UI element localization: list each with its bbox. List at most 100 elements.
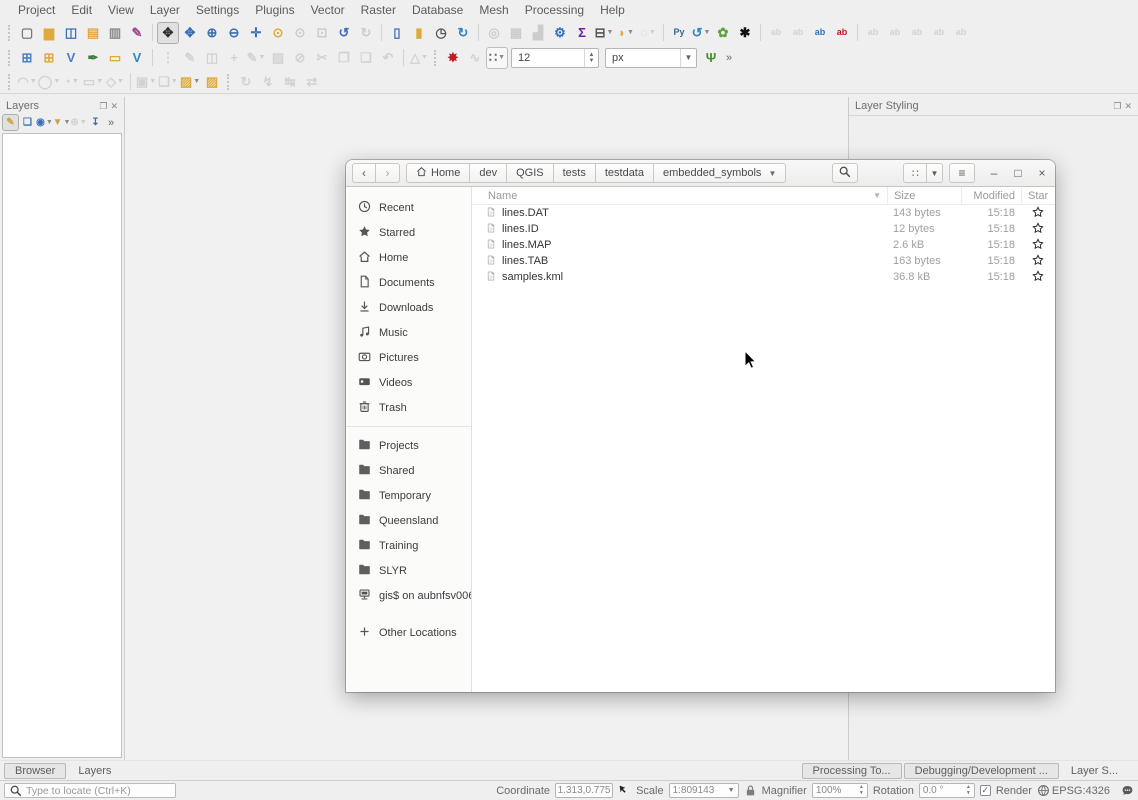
star-toggle-icon[interactable]: [1032, 254, 1044, 269]
menu-view[interactable]: View: [100, 1, 142, 19]
paste-style-icon[interactable]: ↺▼: [690, 22, 712, 44]
qgis-resources-icon[interactable]: ✿: [712, 22, 734, 44]
sidebar-item-slyr[interactable]: SLYR: [346, 558, 471, 583]
star-toggle-icon[interactable]: [1032, 222, 1044, 237]
statistical-summary-icon[interactable]: Σ: [571, 22, 593, 44]
file-row-lines.dat[interactable]: lines.DAT143 bytes15:18: [472, 205, 1055, 221]
column-modified[interactable]: Modified: [961, 187, 1021, 204]
menu-database[interactable]: Database: [404, 1, 471, 19]
map-tips-icon[interactable]: ◗▼: [615, 22, 637, 44]
breadcrumb-home[interactable]: Home: [406, 163, 470, 183]
sidebar-item-trash[interactable]: Trash: [346, 395, 471, 420]
sidebar-item-pictures[interactable]: Pictures: [346, 345, 471, 370]
menu-processing[interactable]: Processing: [517, 1, 592, 19]
measure-tool-icon[interactable]: ⊟▼: [593, 22, 615, 44]
menu-help[interactable]: Help: [592, 1, 633, 19]
zoom-last-icon[interactable]: ↺: [333, 22, 355, 44]
new-project-icon[interactable]: ▢: [16, 22, 38, 44]
back-button[interactable]: ‹: [352, 163, 376, 183]
open-layer-styling-icon[interactable]: ✎: [2, 114, 19, 131]
star-toggle-icon[interactable]: [1032, 206, 1044, 221]
sidebar-item-queensland[interactable]: Queensland: [346, 508, 471, 533]
manage-map-themes-icon[interactable]: ◉▼: [36, 114, 53, 131]
show-bookmarks-icon[interactable]: ▮: [408, 22, 430, 44]
column-size[interactable]: Size: [887, 187, 961, 204]
sidebar-item-training[interactable]: Training: [346, 533, 471, 558]
menu-vector[interactable]: Vector: [303, 1, 353, 19]
lock-icon[interactable]: [744, 784, 757, 797]
cad-dots-toggle-icon[interactable]: ∷▼: [486, 47, 508, 69]
tab-layer-s[interactable]: Layer S...: [1061, 764, 1128, 778]
plugin-tree-icon[interactable]: Ψ: [700, 47, 722, 69]
pin-annotation-tool-icon[interactable]: ▨: [201, 71, 223, 93]
layer-diagram-icon[interactable]: ab: [831, 22, 853, 44]
menu-project[interactable]: Project: [10, 1, 63, 19]
remove-layer-icon[interactable]: ↧: [87, 114, 104, 131]
rotation-spinbox[interactable]: 0.0 °▲▼: [919, 783, 975, 798]
menu-raster[interactable]: Raster: [353, 1, 404, 19]
render-checkbox[interactable]: ✓: [980, 785, 991, 796]
tab-debugging-development[interactable]: Debugging/Development ...: [904, 763, 1059, 779]
breadcrumb-testdata[interactable]: testdata: [596, 163, 654, 183]
zoom-to-selection-icon[interactable]: ⊙: [267, 22, 289, 44]
sidebar-item-recent[interactable]: Recent: [346, 195, 471, 220]
sidebar-item-downloads[interactable]: Downloads: [346, 295, 471, 320]
style-manager-icon[interactable]: ✎: [126, 22, 148, 44]
panel-close-icon[interactable]: ✕: [110, 101, 118, 112]
locate-input[interactable]: Type to locate (Ctrl+K): [4, 783, 176, 798]
sidebar-item-videos[interactable]: Videos: [346, 370, 471, 395]
panel-close-icon[interactable]: ✕: [1124, 101, 1132, 112]
add-group-icon[interactable]: ❏: [19, 114, 36, 131]
menu-edit[interactable]: Edit: [63, 1, 100, 19]
zoom-in-icon[interactable]: ⊕: [201, 22, 223, 44]
menu-layer[interactable]: Layer: [142, 1, 188, 19]
size-spinbox[interactable]: 12▲▼: [511, 48, 599, 68]
menu-plugins[interactable]: Plugins: [247, 1, 302, 19]
sidebar-item-gis-on-aubnfsv006[interactable]: gis$ on aubnfsv006: [346, 583, 471, 608]
toolbar-overflow-chevron[interactable]: »: [726, 52, 732, 64]
file-row-samples.kml[interactable]: samples.kml36.8 kB15:18: [472, 269, 1055, 285]
menu-button[interactable]: ≡: [949, 163, 975, 183]
unit-dropdown[interactable]: px▼: [605, 48, 697, 68]
layer-labeling-icon[interactable]: ab: [809, 22, 831, 44]
magnifier-spinbox[interactable]: 100%▲▼: [812, 783, 868, 798]
view-options-dropdown[interactable]: ▼: [927, 163, 943, 183]
maximize-button[interactable]: □: [1011, 166, 1025, 180]
menu-mesh[interactable]: Mesh: [471, 1, 516, 19]
star-toggle-icon[interactable]: [1032, 238, 1044, 253]
toolbar-overflow-chevron[interactable]: »: [108, 117, 114, 129]
new-geopackage-layer-icon[interactable]: ✒: [82, 47, 104, 69]
tab-browser[interactable]: Browser: [4, 763, 66, 779]
new-bookmark-icon[interactable]: ▯: [386, 22, 408, 44]
annotation-layer-tool-icon[interactable]: ▨▼: [179, 71, 201, 93]
column-star[interactable]: Star: [1021, 187, 1055, 204]
layout-manager-icon[interactable]: ▥: [104, 22, 126, 44]
pan-to-selection-icon[interactable]: ✥: [179, 22, 201, 44]
scale-combobox[interactable]: 1:809143▼: [669, 783, 739, 798]
filter-legend-icon[interactable]: ▼▼: [53, 114, 70, 131]
messages-icon[interactable]: [1121, 784, 1134, 797]
processing-toolbox-icon[interactable]: ⚙: [549, 22, 571, 44]
open-project-icon[interactable]: ▆: [38, 22, 60, 44]
crs-indicator[interactable]: EPSG:4326: [1052, 785, 1110, 797]
save-project-icon[interactable]: ◫: [60, 22, 82, 44]
sidebar-item-other-locations[interactable]: Other Locations: [346, 620, 471, 645]
refresh-map-icon[interactable]: ↻: [452, 22, 474, 44]
file-row-lines.id[interactable]: lines.ID12 bytes15:18: [472, 221, 1055, 237]
breadcrumb-tests[interactable]: tests: [554, 163, 596, 183]
python-console-icon[interactable]: Py: [668, 22, 690, 44]
add-vector-layer-icon[interactable]: ⊞: [16, 47, 38, 69]
new-virtual-layer-icon[interactable]: V: [126, 47, 148, 69]
column-name[interactable]: Name ▼: [472, 190, 887, 202]
breadcrumb-dev[interactable]: dev: [470, 163, 507, 183]
digitize-with-curve-icon[interactable]: ✸: [442, 47, 464, 69]
tab-layers[interactable]: Layers: [68, 764, 121, 778]
star-toggle-icon[interactable]: [1032, 270, 1044, 285]
debugging-tools-icon[interactable]: ✱: [734, 22, 756, 44]
grid-view-button[interactable]: ∷: [903, 163, 927, 183]
new-print-layout-icon[interactable]: ▤: [82, 22, 104, 44]
sidebar-item-temporary[interactable]: Temporary: [346, 483, 471, 508]
close-button[interactable]: ×: [1035, 166, 1049, 180]
sidebar-item-music[interactable]: Music: [346, 320, 471, 345]
breadcrumb-embedded_symbols[interactable]: embedded_symbols▼: [654, 163, 786, 183]
